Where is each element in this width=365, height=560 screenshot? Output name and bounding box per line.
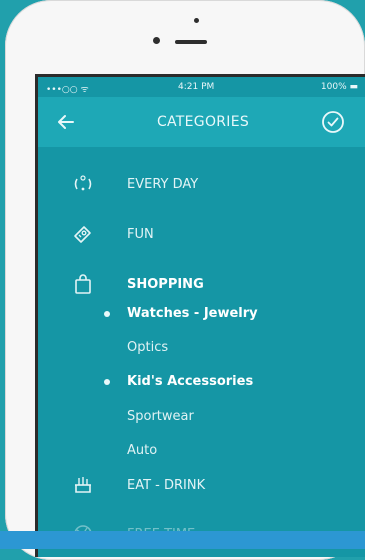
- shopping-bag-icon: [75, 274, 91, 294]
- category-item-fun[interactable]: FUN: [38, 219, 365, 249]
- category-item-shopping[interactable]: SHOPPING: [38, 269, 365, 299]
- battery-indicator: 100% ▬: [320, 82, 358, 92]
- navigation-bar: CATEGORIES: [38, 97, 365, 147]
- every-day-icon: [74, 175, 92, 191]
- category-label: FUN: [127, 227, 154, 242]
- ticket-icon: [74, 226, 91, 243]
- proximity-sensor: [194, 18, 199, 23]
- category-label: SHOPPING: [127, 277, 204, 292]
- subcategory-label: Sportwear: [127, 409, 194, 424]
- category-item-eat-drink[interactable]: EAT - DRINK: [38, 470, 365, 500]
- subcategory-item-auto[interactable]: Auto: [127, 443, 157, 465]
- subcategory-label: Kid's Accessories: [127, 374, 254, 389]
- status-bar: •••○○ ᯤ 4:21 PM 100% ▬: [38, 77, 365, 97]
- food-icon: [75, 477, 91, 493]
- phone-frame: •••○○ ᯤ 4:21 PM 100% ▬ CATEGORIES EVERY …: [5, 0, 365, 560]
- subcategory-item-optics[interactable]: Optics: [127, 340, 168, 362]
- status-time: 4:21 PM: [178, 82, 215, 92]
- category-label: EAT - DRINK: [127, 478, 206, 493]
- subcategory-item-kids-accessories[interactable]: Kid's Accessories: [104, 374, 254, 396]
- bottom-overlay-band: [0, 531, 365, 549]
- front-camera: [153, 37, 160, 44]
- earpiece-speaker: [175, 40, 207, 44]
- check-circle-icon[interactable]: [321, 110, 345, 134]
- subcategory-item-sportwear[interactable]: Sportwear: [127, 409, 194, 431]
- subcategory-label: Auto: [127, 443, 158, 458]
- selected-bullet-icon: [104, 311, 110, 317]
- category-item-every-day[interactable]: EVERY DAY: [38, 169, 365, 199]
- signal-indicator: •••○○ ᯤ: [46, 85, 89, 95]
- subcategory-label: Optics: [127, 340, 169, 355]
- subcategory-label: Watches - Jewelry: [127, 306, 258, 321]
- category-label: EVERY DAY: [127, 177, 199, 192]
- selected-bullet-icon: [104, 379, 110, 385]
- subcategory-item-watches-jewelry[interactable]: Watches - Jewelry: [104, 306, 258, 328]
- app-screen: •••○○ ᯤ 4:21 PM 100% ▬ CATEGORIES EVERY …: [35, 74, 365, 557]
- page-title: CATEGORIES: [156, 114, 250, 130]
